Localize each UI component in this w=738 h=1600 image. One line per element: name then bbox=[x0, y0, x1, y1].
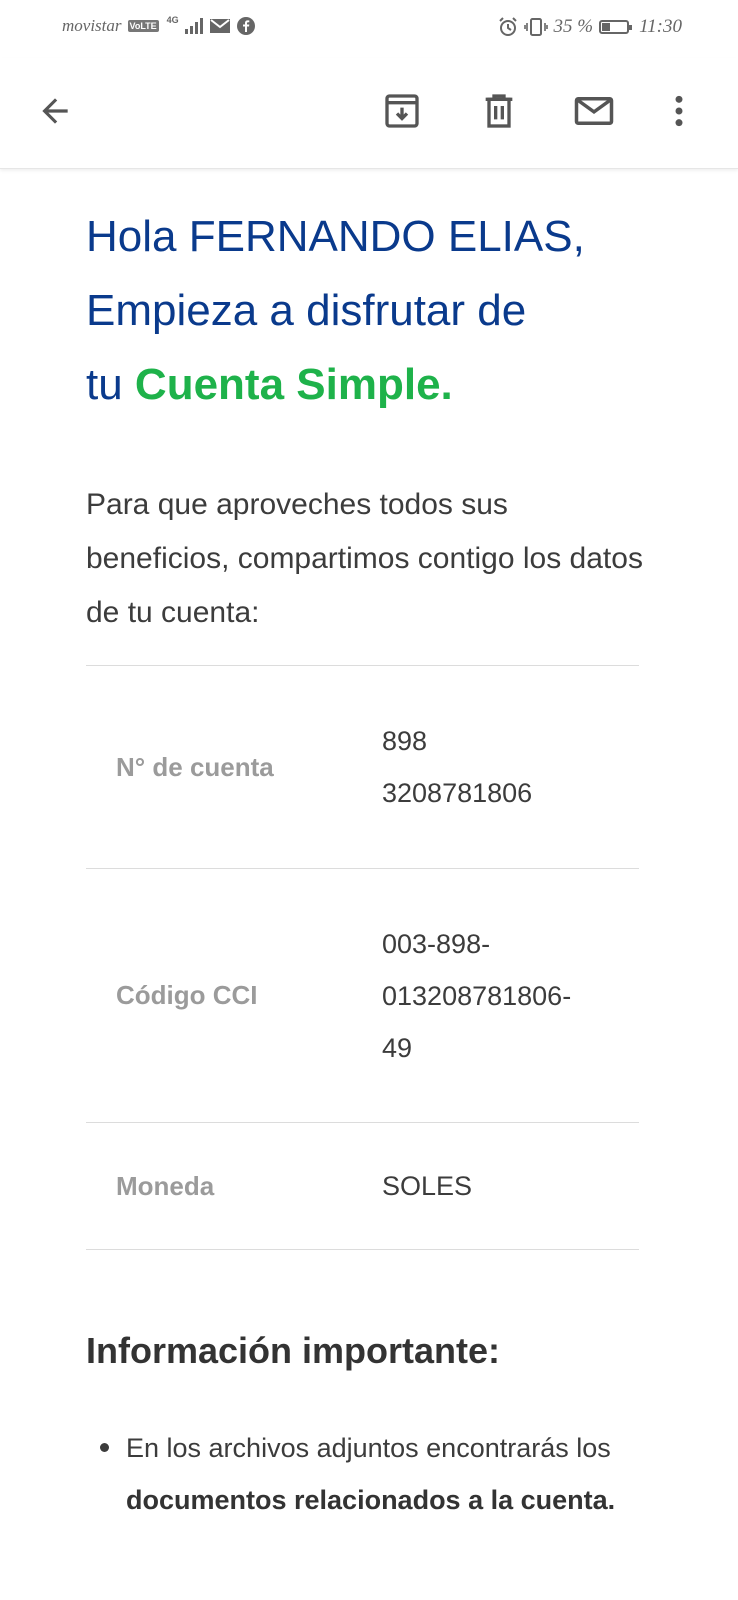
account-details-table: N° de cuenta 898 3208781806 Código CCI 0… bbox=[86, 665, 639, 1250]
cci-code-value[interactable]: 003-898- 013208781806- 49 bbox=[382, 918, 639, 1074]
battery-percent: 35 % bbox=[553, 16, 594, 37]
important-info-heading: Información importante: bbox=[86, 1330, 501, 1371]
vibrate-icon bbox=[523, 18, 548, 36]
network-type: 4G bbox=[166, 15, 179, 25]
table-row: N° de cuenta 898 3208781806 bbox=[86, 665, 639, 868]
value-line: 013208781806- bbox=[382, 980, 572, 1011]
email-body: Hola FERNANDO ELIAS, Empieza a disfrutar… bbox=[86, 200, 652, 640]
intro-text: Para que aproveches todos sus beneficios… bbox=[86, 488, 643, 629]
status-right: 35 % 11:30 bbox=[498, 16, 682, 38]
facebook-icon bbox=[236, 17, 255, 35]
status-bar: movistar VoLTE 4G 35 % 11:30 bbox=[0, 0, 738, 58]
email-toolbar bbox=[0, 58, 738, 169]
greeting-line-2: Empieza a disfrutar de bbox=[86, 286, 527, 335]
delete-button[interactable] bbox=[474, 86, 524, 136]
value-line: 3208781806 bbox=[382, 778, 533, 808]
status-left: movistar VoLTE 4G bbox=[62, 15, 255, 36]
battery-icon bbox=[599, 20, 633, 34]
value-line: 49 bbox=[382, 1032, 413, 1063]
volte-badge: VoLTE bbox=[127, 20, 159, 32]
account-number-value[interactable]: 898 3208781806 bbox=[382, 715, 639, 819]
value-line: SOLES bbox=[382, 1171, 473, 1201]
signal-icon bbox=[184, 18, 203, 34]
back-arrow-icon bbox=[42, 98, 68, 124]
back-button[interactable] bbox=[30, 86, 80, 136]
mark-unread-icon bbox=[574, 97, 614, 125]
more-vert-icon bbox=[675, 95, 683, 127]
account-number-label: N° de cuenta bbox=[116, 751, 274, 782]
greeting-line-1: Hola FERNANDO ELIAS, bbox=[86, 212, 585, 261]
table-row: Código CCI 003-898- 013208781806- 49 bbox=[86, 868, 639, 1122]
important-info-list: En los archivos adjuntos encontrarás los… bbox=[86, 1422, 646, 1526]
delete-icon bbox=[485, 94, 513, 128]
info-text: En los archivos adjuntos encontrarás los bbox=[126, 1433, 611, 1463]
cci-code-label: Código CCI bbox=[116, 980, 258, 1010]
mark-unread-button[interactable] bbox=[569, 86, 619, 136]
greeting-heading: Hola FERNANDO ELIAS, Empieza a disfrutar… bbox=[86, 200, 652, 422]
value-line: 898 bbox=[382, 726, 428, 756]
bullet-icon bbox=[100, 1443, 109, 1452]
currency-label: Moneda bbox=[116, 1170, 215, 1201]
table-row: Moneda SOLES bbox=[86, 1122, 639, 1250]
list-item: En los archivos adjuntos encontrarás los… bbox=[86, 1422, 646, 1526]
value-line: 003-898- bbox=[382, 928, 491, 959]
account-product-name: Cuenta Simple. bbox=[134, 360, 453, 409]
info-bold-text: documentos relacionados a la cuenta. bbox=[126, 1485, 616, 1515]
archive-icon bbox=[385, 94, 419, 128]
mail-notification-icon bbox=[209, 19, 230, 33]
currency-value: SOLES bbox=[382, 1160, 639, 1212]
carrier-label: movistar bbox=[62, 16, 122, 35]
clock: 11:30 bbox=[639, 16, 682, 37]
greeting-line-3: tu bbox=[86, 360, 135, 409]
more-options-button[interactable] bbox=[654, 86, 704, 136]
archive-button[interactable] bbox=[377, 86, 427, 136]
alarm-icon bbox=[498, 17, 517, 36]
